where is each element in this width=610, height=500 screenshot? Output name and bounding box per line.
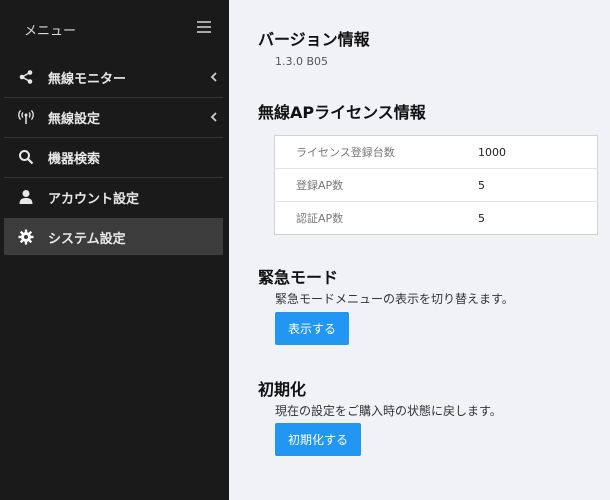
sidebar-item-label: 機器検索: [48, 152, 101, 167]
version-heading: バージョン情報: [258, 30, 370, 49]
emergency-description: 緊急モードメニューの表示を切り替えます。: [275, 292, 514, 306]
license-key: ライセンス登録台数: [296, 146, 395, 159]
reset-description: 現在の設定をご購入時の状態に戻します。: [275, 404, 502, 418]
table-row: 登録AP数 5: [274, 168, 598, 202]
sidebar-nav: 無線モニター 無線設定 機器検索 アカウント設定 システム設定: [4, 58, 223, 255]
user-icon: [19, 190, 33, 204]
sidebar-item-account-settings[interactable]: アカウント設定: [4, 177, 223, 217]
sidebar-title: メニュー: [24, 24, 77, 39]
search-icon: [19, 150, 34, 165]
reset-heading: 初期化: [258, 380, 307, 399]
main-content: バージョン情報 1.3.0 B05 無線APライセンス情報 ライセンス登録台数 …: [229, 0, 610, 500]
sidebar-item-label: アカウント設定: [48, 192, 140, 207]
sidebar-item-label: 無線設定: [48, 112, 101, 127]
table-row: 認証AP数 5: [274, 201, 598, 235]
license-value: 5: [478, 168, 598, 202]
wireless-antenna-icon: [18, 110, 34, 124]
reset-button[interactable]: 初期化する: [275, 423, 361, 456]
sidebar-item-label: 無線モニター: [48, 72, 127, 87]
license-value: 5: [478, 201, 598, 235]
share-icon: [19, 70, 33, 84]
license-key: 認証AP数: [274, 201, 478, 235]
table-row: ライセンス登録台数 1000: [275, 136, 598, 169]
sidebar-item-device-search[interactable]: 機器検索: [4, 137, 223, 177]
sidebar-item-wireless-monitor[interactable]: 無線モニター: [4, 58, 223, 97]
sidebar-header: メニュー: [0, 0, 229, 56]
sidebar: メニュー 無線モニター 無線設定 機器検索 アカウント設定 システム設定: [0, 0, 229, 500]
sidebar-item-system-settings[interactable]: システム設定: [4, 218, 223, 255]
sidebar-item-label: システム設定: [48, 232, 126, 247]
license-heading: 無線APライセンス情報: [258, 103, 426, 122]
sidebar-item-wireless-settings[interactable]: 無線設定: [4, 97, 223, 137]
hamburger-menu-icon[interactable]: [197, 21, 211, 34]
license-value: 1000: [478, 145, 506, 159]
chevron-left-icon: [210, 112, 217, 122]
show-emergency-button[interactable]: 表示する: [275, 312, 349, 345]
gear-icon: [18, 229, 34, 245]
license-table: ライセンス登録台数 1000 登録AP数 5 認証AP数 5: [274, 135, 598, 235]
version-value: 1.3.0 B05: [275, 55, 329, 68]
license-key: 登録AP数: [274, 168, 478, 202]
emergency-heading: 緊急モード: [258, 268, 339, 287]
chevron-left-icon: [210, 72, 217, 82]
